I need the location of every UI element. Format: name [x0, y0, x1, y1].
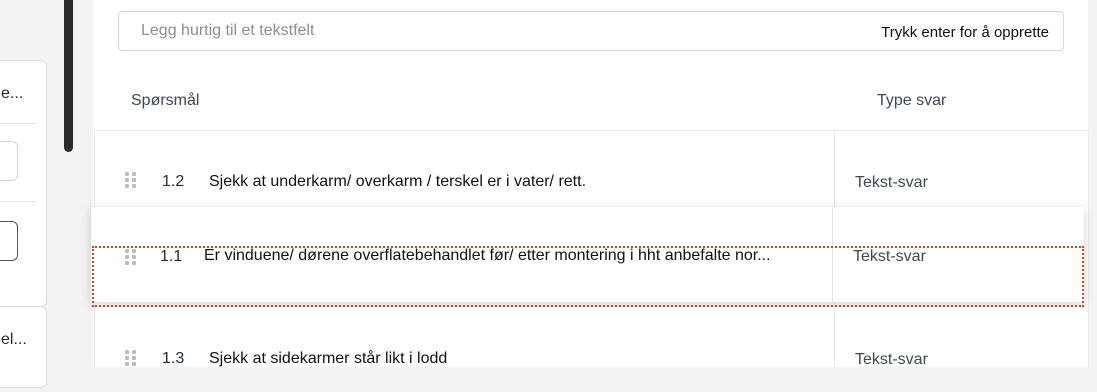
sidebar-item-label[interactable]: e...: [1, 85, 23, 103]
row-number: 1.3: [162, 350, 185, 367]
sidebar-input-active[interactable]: [0, 221, 18, 261]
row-number: 1.2: [162, 173, 185, 190]
sidebar: e... el...: [0, 0, 64, 388]
quick-add-hint: Trykk enter for å opprette: [881, 24, 1049, 41]
row-answer-type[interactable]: Tekst-svar: [855, 174, 928, 192]
sidebar-input[interactable]: [0, 141, 18, 181]
row-question[interactable]: Sjekk at underkarm/ overkarm / terskel e…: [209, 173, 809, 191]
sidebar-card: el...: [0, 306, 47, 388]
table-row[interactable]: 1.3 Sjekk at sidekarmer står likt i lodd…: [93, 322, 1088, 392]
column-header-answer-type: Type svar: [877, 92, 947, 109]
drop-indicator: [92, 246, 1084, 307]
row-answer-type[interactable]: Tekst-svar: [855, 351, 928, 369]
drag-handle-icon[interactable]: [125, 350, 137, 366]
scrollbar[interactable]: [64, 0, 73, 152]
column-header-question: Spørsmål: [131, 92, 200, 109]
divider: [0, 201, 36, 202]
quick-add-field[interactable]: Trykk enter for å opprette: [118, 11, 1064, 51]
quick-add-input[interactable]: [119, 12, 841, 50]
main-panel: Trykk enter for å opprette Spørsmål Type…: [93, 0, 1089, 368]
row-question[interactable]: Sjekk at sidekarmer står likt i lodd: [209, 350, 809, 368]
drag-handle-icon[interactable]: [125, 172, 137, 188]
divider: [0, 123, 36, 124]
sidebar-card: e...: [0, 60, 47, 307]
table-row[interactable]: 1.2 Sjekk at underkarm/ overkarm / tersk…: [93, 146, 1088, 216]
sidebar-item-label[interactable]: el...: [1, 331, 27, 349]
